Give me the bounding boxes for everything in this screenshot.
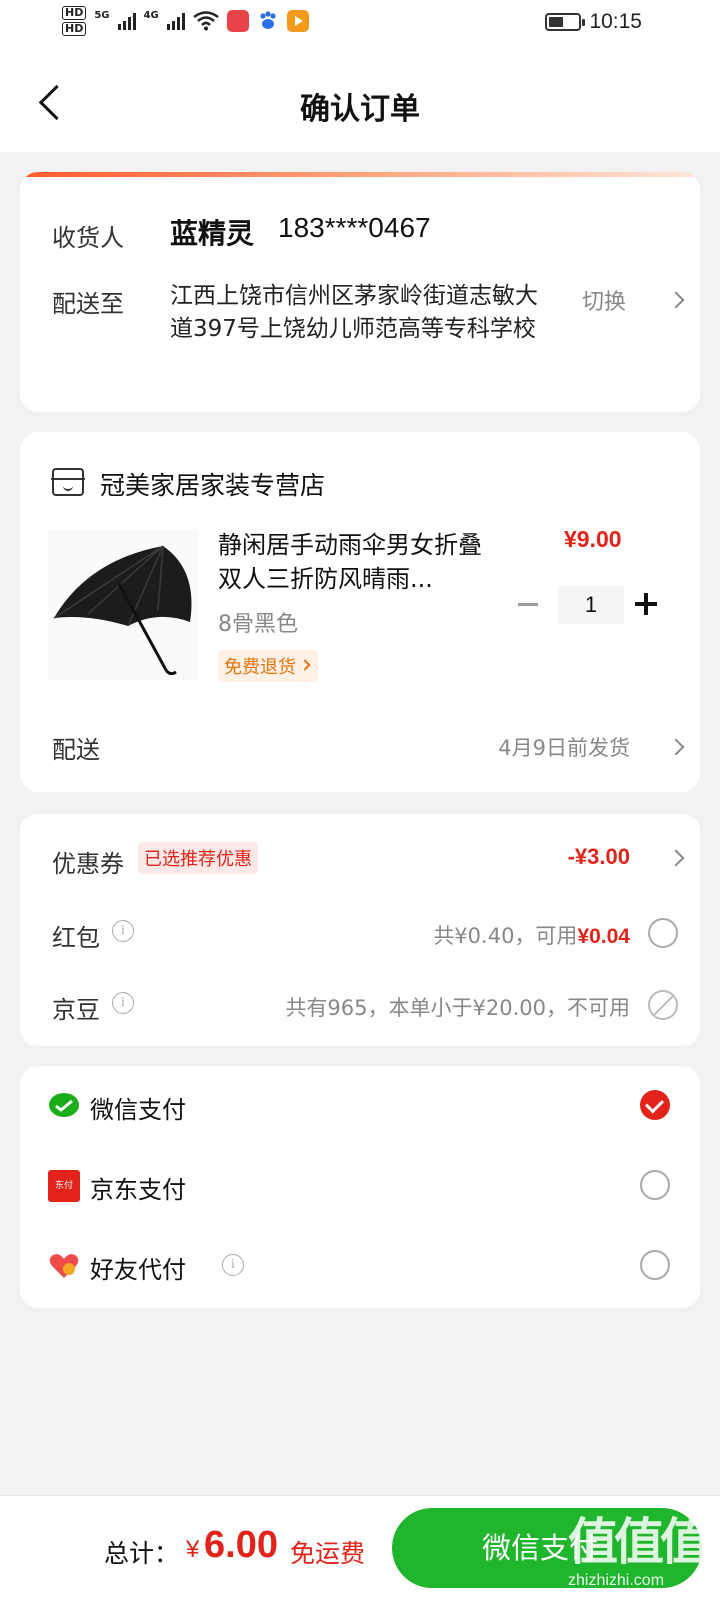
info-icon[interactable]: i xyxy=(222,1254,244,1276)
product-variant: 8骨黑色 xyxy=(218,612,298,637)
bottom-bar: 总计： ¥ 6.00 免运费 微信支付 值值值 zhizhizhi.com xyxy=(0,1495,720,1600)
jd-pay-icon: 东付 xyxy=(48,1170,80,1202)
hd-indicators: HD HD xyxy=(62,6,87,36)
red-packet-available: ¥0.04 xyxy=(577,925,630,948)
red-packet-label: 红包 xyxy=(52,924,100,952)
free-shipping-label: 免运费 xyxy=(290,1539,366,1568)
network-5g-label: 5G xyxy=(94,9,110,21)
hd-badge-2: HD xyxy=(62,22,87,36)
signal-icon-2 xyxy=(166,12,185,30)
ship-address: 江西上饶市信州区茅家岭街道志敏大道397号上饶幼儿师范高等专科学校 xyxy=(170,283,538,342)
payment-option-wechat[interactable]: 微信支付 xyxy=(20,1066,700,1146)
signal-icon xyxy=(117,12,136,30)
coupon-label: 优惠券 xyxy=(52,850,124,878)
watermark-url: zhizhizhi.com xyxy=(568,1572,665,1589)
hd-badge-1: HD xyxy=(62,6,87,20)
ship-to-label: 配送至 xyxy=(52,290,124,318)
coupon-recommended-tag: 已选推荐优惠 xyxy=(138,842,258,874)
delivery-label: 配送 xyxy=(52,736,100,764)
info-icon[interactable]: i xyxy=(112,920,134,942)
payment-card: 微信支付 东付 京东支付 好友代付 i xyxy=(20,1066,700,1308)
disabled-radio-icon xyxy=(648,990,678,1020)
baidu-paw-icon xyxy=(260,11,276,29)
payment-label: 微信支付 xyxy=(90,1096,186,1124)
chevron-right-icon[interactable] xyxy=(667,738,685,756)
red-packet-radio[interactable] xyxy=(648,918,678,948)
unchecked-radio-icon[interactable] xyxy=(640,1170,670,1200)
video-app-icon xyxy=(286,10,309,32)
address-card[interactable]: 收货人 蓝精灵 183****0467 配送至 江西上饶市信州区茅家岭街道志敏大… xyxy=(20,172,700,412)
product-title[interactable]: 静闲居手动雨伞男女折叠双人三折防风晴雨... xyxy=(218,528,488,596)
total-label: 总计： xyxy=(104,1539,180,1568)
payment-label: 京东支付 xyxy=(90,1176,186,1204)
wifi-icon xyxy=(192,11,219,31)
store-icon xyxy=(51,468,85,496)
network-4g-label: 4G xyxy=(143,9,159,21)
status-left: HD HD 5G 4G xyxy=(62,6,309,36)
chevron-right-icon[interactable] xyxy=(667,291,685,309)
checked-radio-icon[interactable] xyxy=(640,1090,670,1120)
shop-card: 冠美家居家装专营店 静闲居手动雨伞男女折叠双人三折防风晴雨... 8骨黑色 免费… xyxy=(20,432,700,792)
payment-option-jd[interactable]: 东付 京东支付 xyxy=(20,1146,700,1226)
product-price: ¥9.00 xyxy=(564,526,622,552)
discounts-card: 优惠券 已选推荐优惠 -¥3.00 红包 i 共¥0.40，可用¥0.04 京豆… xyxy=(20,814,700,1046)
unchecked-radio-icon[interactable] xyxy=(640,1250,670,1280)
address-accent-line xyxy=(20,172,700,177)
receiver-label: 收货人 xyxy=(52,224,124,252)
total-value: 6.00 xyxy=(204,1524,278,1566)
free-return-label: 免费退货 xyxy=(224,657,296,678)
status-right: 10:15 xyxy=(545,10,642,34)
wechat-icon xyxy=(49,1093,79,1117)
status-bar: HD HD 5G 4G 10:15 xyxy=(0,0,720,52)
switch-address-button[interactable]: 切换 xyxy=(582,284,626,316)
payment-option-friend[interactable]: 好友代付 i xyxy=(20,1226,700,1306)
heart-icon xyxy=(49,1254,79,1278)
quantity-value[interactable]: 1 xyxy=(558,586,624,624)
watermark: 值值值 zhizhizhi.com xyxy=(568,1502,720,1600)
battery-icon xyxy=(545,13,586,31)
free-return-badge[interactable]: 免费退货 xyxy=(218,650,318,682)
shop-name[interactable]: 冠美家居家装专营店 xyxy=(100,466,325,502)
red-packet-info: 共¥0.40，可用¥0.04 xyxy=(433,920,630,950)
jd-bean-label: 京豆 xyxy=(52,996,100,1024)
status-time: 10:15 xyxy=(589,10,642,33)
quantity-plus-button[interactable] xyxy=(630,588,662,620)
watermark-logo: 值值值 xyxy=(568,1513,710,1571)
total-currency: ¥ xyxy=(186,1536,200,1563)
chevron-right-icon[interactable] xyxy=(667,849,685,867)
chevron-right-icon xyxy=(299,659,311,671)
red-packet-total: 共¥0.40，可用 xyxy=(433,924,578,948)
delivery-value[interactable]: 4月9日前发货 xyxy=(498,732,630,762)
payment-label: 好友代付 xyxy=(90,1256,186,1284)
receiver-phone: 183****0467 xyxy=(278,212,431,243)
umbrella-image xyxy=(53,545,192,676)
info-icon[interactable]: i xyxy=(112,992,134,1014)
product-image[interactable] xyxy=(48,530,198,680)
quantity-minus-button[interactable] xyxy=(514,590,544,620)
page-title: 确认订单 xyxy=(300,92,420,127)
coupon-value[interactable]: -¥3.00 xyxy=(568,844,630,870)
receiver-name: 蓝精灵 xyxy=(170,217,255,250)
notes-app-icon xyxy=(226,10,249,32)
nav-bar: 确认订单 xyxy=(0,52,720,152)
jd-bean-info: 共有965，本单小于¥20.00，不可用 xyxy=(285,996,630,1020)
